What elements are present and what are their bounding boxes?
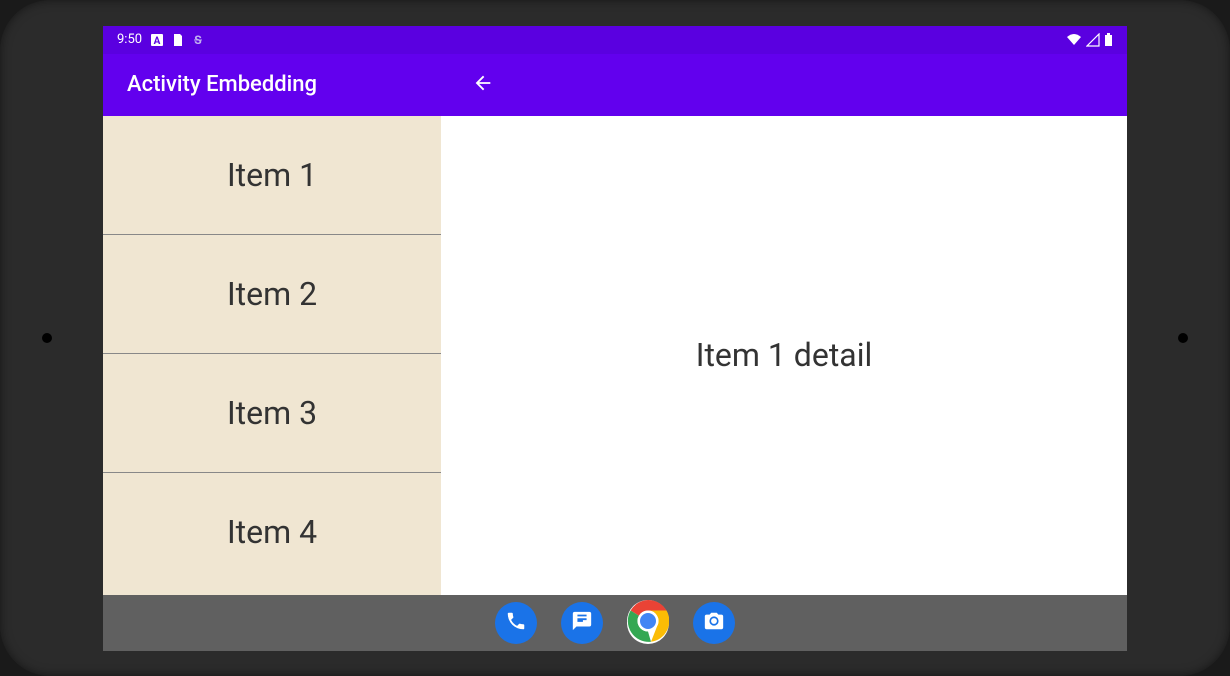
tablet-device-frame: 9:50 A S [0,0,1230,676]
back-button[interactable] [463,65,503,105]
messages-icon [571,610,593,636]
screen: 9:50 A S [103,26,1127,651]
list-item-4[interactable]: Item 4 [103,473,441,592]
status-bar-left: 9:50 A S [117,32,204,47]
phone-icon [505,610,527,636]
nav-app-camera[interactable] [693,602,735,644]
list-item-label: Item 3 [227,394,317,432]
svg-text:A: A [154,36,161,47]
navigation-bar [103,595,1127,651]
list-item-1[interactable]: Item 1 [103,116,441,235]
detail-text: Item 1 detail [696,336,873,374]
list-item-label: Item 4 [227,513,317,551]
list-pane[interactable]: Item 1 Item 2 Item 3 Item 4 [103,116,441,595]
app-bar: Activity Embedding [103,54,1127,116]
status-bar: 9:50 A S [103,26,1127,54]
list-item-label: Item 2 [227,275,317,313]
signal-icon [1086,33,1100,47]
content-area: Item 1 Item 2 Item 3 Item 4 Item 1 detai… [103,116,1127,595]
list-item-3[interactable]: Item 3 [103,354,441,473]
status-icon-s: S [192,33,204,47]
status-icon-file [172,33,184,47]
chrome-icon [627,600,669,646]
arrow-back-icon [472,72,494,98]
detail-pane: Item 1 detail [441,116,1127,595]
nav-app-messages[interactable] [561,602,603,644]
camera-icon [703,610,725,636]
status-icon-a: A [150,33,164,47]
list-item-label: Item 1 [227,156,317,194]
status-time: 9:50 [117,32,142,47]
list-item-2[interactable]: Item 2 [103,235,441,354]
nav-app-phone[interactable] [495,602,537,644]
app-bar-title: Activity Embedding [103,72,317,97]
nav-app-chrome[interactable] [627,602,669,644]
wifi-icon [1066,33,1082,47]
battery-icon [1104,33,1113,47]
status-bar-right [1066,33,1113,47]
